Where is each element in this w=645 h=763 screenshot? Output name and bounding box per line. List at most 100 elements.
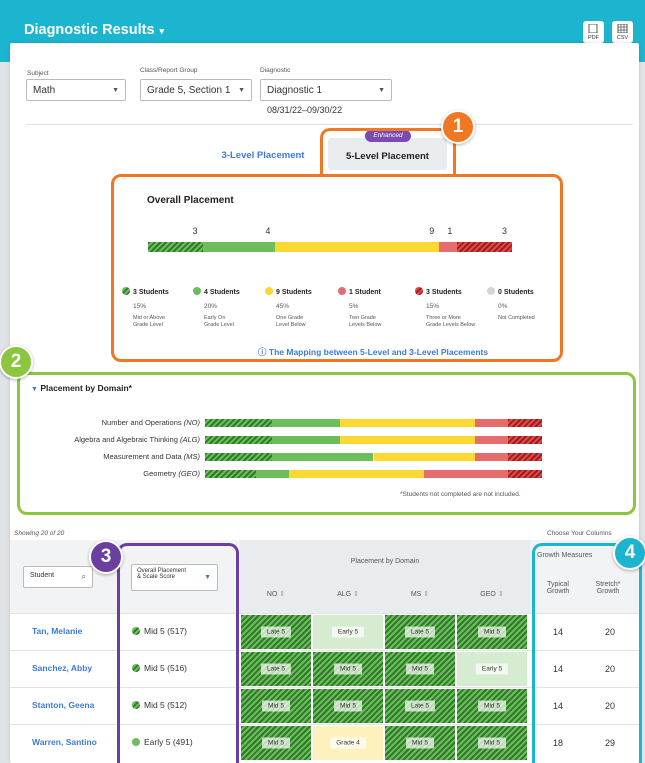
legend-dot [487, 287, 495, 295]
subject-select[interactable]: Math ▼ [26, 79, 126, 101]
domain-placement-cell: Grade 4 [313, 726, 383, 760]
chevron-down-icon: ▾ [159, 26, 165, 36]
domain-bar [205, 419, 542, 427]
domain-col-header[interactable]: MS ⇕ [384, 590, 456, 598]
domain-row-label: Measurement and Data (MS) [103, 452, 200, 461]
legend-pct: 15% [426, 302, 440, 310]
domain-placement-cell: Late 5 [385, 689, 455, 723]
legend-students: 3 Students [426, 289, 462, 296]
class-group-select[interactable]: Grade 5, Section 1 ▼ [140, 79, 252, 101]
domain-bar-segment [205, 436, 273, 444]
domain-col-header[interactable]: ALG ⇕ [312, 590, 384, 598]
overall-bar-segment [275, 242, 440, 252]
mapping-link[interactable]: ⓘ The Mapping between 5-Level and 3-Leve… [258, 346, 488, 358]
callout-4-outline [532, 543, 642, 763]
domain-footnote: *Students not completed are not included… [400, 491, 521, 498]
legend-item: 9 Students 45% One Grade Level Below [265, 287, 312, 329]
student-search-input[interactable]: Student ⌕ [23, 566, 93, 588]
csv-export-icon[interactable]: CSV [612, 21, 633, 43]
callout-3-outline [117, 543, 239, 763]
legend-dot [415, 287, 423, 295]
legend-desc: Not Completed [498, 314, 535, 321]
student-header: Student [30, 572, 55, 579]
domain-placement-cell: Late 5 [241, 652, 311, 686]
legend-desc: One Grade [276, 314, 304, 321]
legend-students: 3 Students [133, 289, 169, 296]
domain-bar [205, 436, 542, 444]
callout-badge-4: 4 [613, 536, 645, 570]
legend-pct: 0% [498, 302, 508, 310]
domain-group-header: Placement by Domain [350, 558, 420, 565]
legend-desc: Level Below [276, 321, 306, 328]
legend-pct: 45% [276, 302, 290, 310]
diagnostic-value: Diagnostic 1 [267, 85, 323, 96]
student-name-link[interactable]: Stanton, Geena [32, 700, 94, 710]
info-icon: ⓘ [258, 347, 267, 357]
page-title: Diagnostic Results [24, 22, 155, 38]
domain-bar-segment [508, 419, 542, 427]
domain-bar-segment [508, 436, 542, 444]
domain-bar-segment [205, 419, 273, 427]
domain-bar-segment [474, 436, 509, 444]
pdf-export-icon[interactable]: PDF [583, 21, 604, 43]
student-name-link[interactable]: Warren, Santino [32, 737, 97, 747]
legend-item: 3 Students 15% Mid or Above Grade Level [122, 287, 169, 329]
tab-3-level[interactable]: 3-Level Placement [213, 150, 313, 161]
domain-row-label: Algebra and Algebraic Thinking (ALG) [74, 435, 200, 444]
domain-placement-cell: Mid 5 [313, 652, 383, 686]
legend-students: 9 Students [276, 289, 312, 296]
overall-bar-segment [148, 242, 203, 252]
domain-placement-cell: Mid 5 [457, 726, 527, 760]
overall-bar-segment [457, 242, 512, 252]
domain-placement-cell: Mid 5 [241, 689, 311, 723]
diagnostic-select[interactable]: Diagnostic 1 ▼ [260, 79, 392, 101]
domain-col-header[interactable]: NO ⇕ [240, 590, 312, 598]
callout-1-tab-outline [320, 128, 456, 174]
page-title-dropdown[interactable]: Diagnostic Results ▾ [24, 22, 164, 38]
sort-icon: ⇕ [353, 591, 359, 598]
overall-bar-count: 3 [192, 226, 198, 236]
overall-bar-count: 4 [265, 226, 271, 236]
sort-icon: ⇕ [279, 591, 286, 598]
domain-bar-segment [508, 453, 542, 461]
chevron-down-icon: ▼ [238, 87, 245, 94]
domain-bar [205, 453, 542, 461]
sort-icon: ⇕ [423, 591, 430, 598]
legend-item: 0 Students 0% Not Completed [487, 287, 535, 322]
domain-bar-segment [424, 470, 509, 478]
chevron-down-icon: ▼ [378, 87, 385, 94]
domain-col-header[interactable]: GEO ⇕ [456, 590, 528, 598]
class-group-label: Class/Report Group [140, 67, 198, 74]
domain-bar-segment [339, 419, 475, 427]
domain-bar-segment [474, 419, 509, 427]
domain-placement-cell: Mid 5 [457, 689, 527, 723]
domain-placement-cell: Early 5 [313, 615, 383, 649]
student-name-link[interactable]: Sanchez, Abby [32, 663, 92, 673]
legend-item: 1 Student 5% Two Grade Levels Below [338, 287, 381, 329]
domain-bar-segment [373, 453, 475, 461]
domain-section-header[interactable]: ▼ Placement by Domain* [31, 383, 132, 393]
legend-desc: Grade Level [133, 321, 163, 328]
legend-dot [338, 287, 346, 295]
sort-icon: ⇕ [497, 591, 504, 598]
legend-dot [265, 287, 273, 295]
domain-bar-segment [272, 436, 340, 444]
legend-desc: Grade Level [204, 321, 234, 328]
pdf-label: PDF [588, 35, 599, 42]
overall-bar-count: 3 [502, 226, 508, 236]
student-name-link[interactable]: Tan, Melanie [32, 626, 82, 636]
choose-columns-link[interactable]: Choose Your Columns [547, 530, 612, 537]
domain-placement-cell: Mid 5 [385, 726, 455, 760]
diagnostic-dates: 08/31/22–09/30/22 [267, 105, 343, 115]
legend-students: 4 Students [204, 289, 240, 296]
legend-item: 3 Students 15% Three or More Grade Levels B… [415, 287, 475, 329]
search-icon: ⌕ [81, 572, 86, 581]
legend-desc: Levels Below [349, 321, 382, 328]
chevron-down-icon: ▼ [31, 386, 38, 393]
domain-bar-segment [339, 436, 475, 444]
legend-desc: Mid or Above [133, 314, 166, 321]
domain-row-label: Number and Operations (NO) [101, 418, 200, 427]
domain-bar [205, 470, 542, 478]
document-icon [588, 23, 598, 34]
domain-bar-segment [272, 453, 374, 461]
